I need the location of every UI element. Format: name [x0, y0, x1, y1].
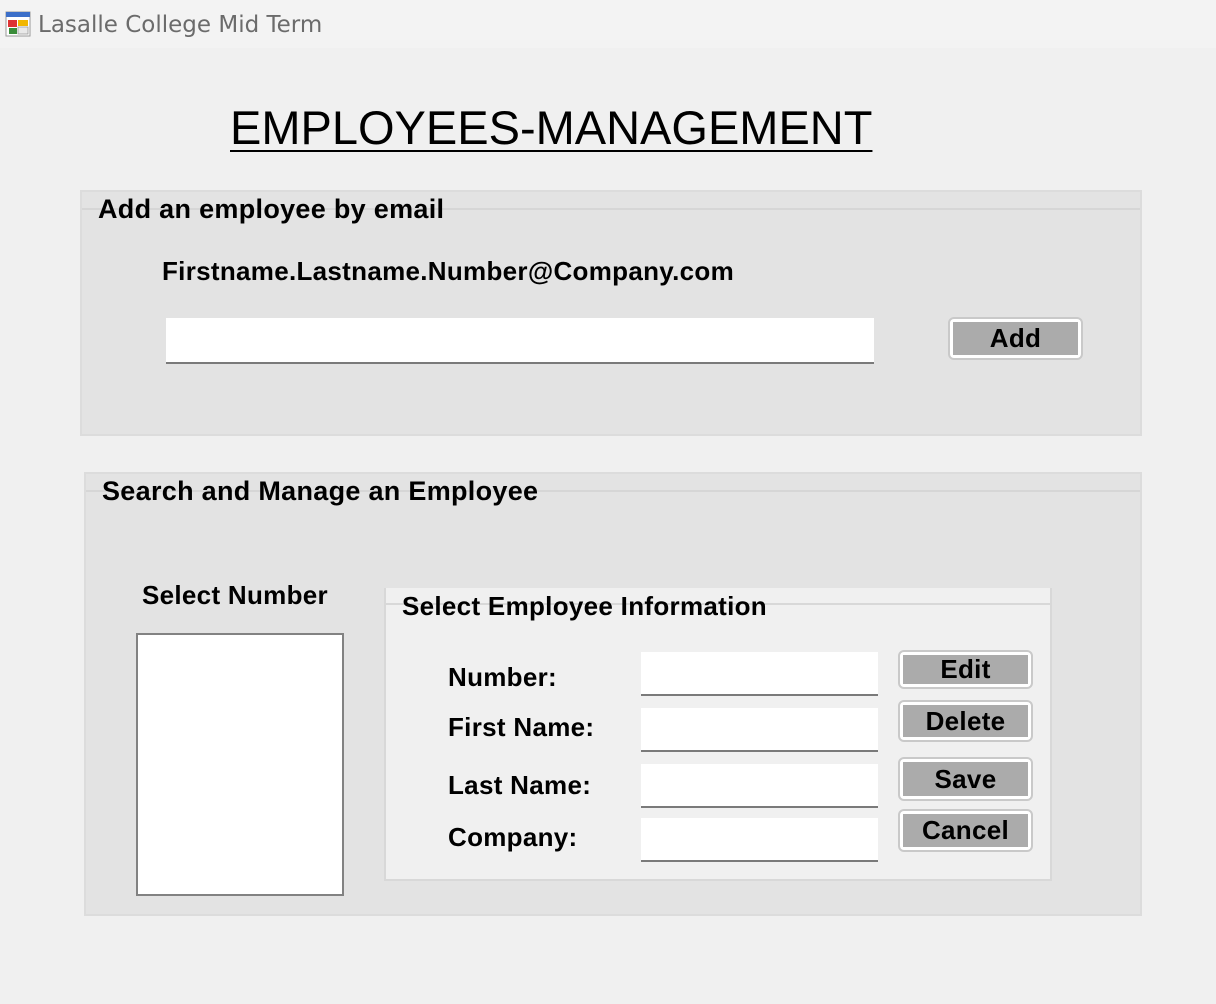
number-label: Number: — [448, 662, 557, 692]
save-button[interactable]: Save — [898, 757, 1033, 801]
last-name-field[interactable] — [641, 764, 878, 808]
delete-button-label: Delete — [903, 705, 1028, 737]
edit-button-label: Edit — [903, 655, 1028, 684]
add-button[interactable]: Add — [948, 317, 1083, 360]
page-title: EMPLOYEES-MANAGEMENT — [230, 101, 873, 154]
search-manage-legend: Search and Manage an Employee — [102, 476, 539, 506]
window-title: Lasalle College Mid Term — [38, 12, 323, 38]
add-employee-groupbox — [80, 190, 1142, 436]
first-name-field[interactable] — [641, 708, 878, 752]
add-button-label: Add — [953, 322, 1078, 355]
email-format-hint: Firstname.Lastname.Number@Company.com — [162, 256, 734, 286]
add-employee-legend: Add an employee by email — [98, 194, 445, 224]
number-field[interactable] — [641, 652, 878, 696]
email-input[interactable] — [166, 318, 874, 364]
delete-button[interactable]: Delete — [898, 700, 1033, 742]
cancel-button-label: Cancel — [903, 814, 1028, 847]
cancel-button[interactable]: Cancel — [898, 809, 1033, 852]
edit-button[interactable]: Edit — [898, 650, 1033, 689]
select-number-label: Select Number — [142, 580, 328, 610]
number-listbox[interactable] — [136, 633, 344, 896]
last-name-label: Last Name: — [448, 770, 592, 800]
employee-info-legend: Select Employee Information — [402, 591, 767, 621]
app-icon — [5, 11, 31, 37]
save-button-label: Save — [903, 762, 1028, 796]
first-name-label: First Name: — [448, 712, 595, 742]
company-label: Company: — [448, 822, 578, 852]
company-field[interactable] — [641, 818, 878, 862]
title-bar[interactable]: Lasalle College Mid Term — [0, 0, 1216, 48]
